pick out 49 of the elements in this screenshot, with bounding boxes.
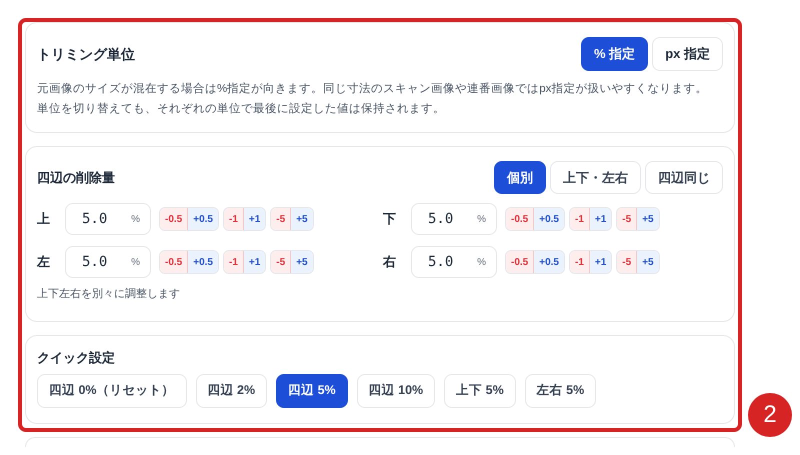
decrement-button[interactable]: -1 bbox=[224, 208, 244, 230]
mode-toggle[interactable]: 四辺同じ bbox=[645, 161, 723, 194]
field-label: 下 bbox=[383, 210, 397, 228]
preset-button[interactable]: 四辺 0%（リセット） bbox=[37, 374, 187, 408]
description-text: 元画像のサイズが混在する場合は%指定が向きます。同じ寸法のスキャン画像や連番画像ではpx指定が扱いやすくなります。単位を切り替えても、それぞれの単位で最後に設定した値は保持されます。 bbox=[37, 82, 708, 117]
increment-button[interactable]: +1 bbox=[590, 251, 612, 273]
annotation-badge: 2 bbox=[748, 393, 792, 437]
number-field[interactable]: 5.0 % bbox=[411, 246, 497, 278]
section-title: 四辺の削除量 bbox=[37, 168, 115, 187]
preset-button[interactable]: 左右 5% bbox=[524, 374, 596, 408]
decrement-button[interactable]: -0.5 bbox=[160, 208, 188, 230]
hint-text: 上下左右を別々に調整します bbox=[37, 286, 181, 302]
decrement-button[interactable]: -5 bbox=[617, 208, 638, 230]
increment-button[interactable]: +5 bbox=[291, 208, 313, 230]
decrement-button[interactable]: -0.5 bbox=[506, 251, 534, 273]
increment-button[interactable]: +5 bbox=[637, 251, 659, 273]
section-title: トリミング単位 bbox=[37, 44, 135, 64]
preset-button[interactable]: 四辺 5% bbox=[276, 374, 348, 408]
field-label: 上 bbox=[37, 210, 51, 228]
field-label: 右 bbox=[383, 253, 397, 272]
number-field[interactable]: 5.0 % bbox=[65, 246, 151, 278]
decrement-button[interactable]: -1 bbox=[224, 251, 244, 273]
number-field[interactable]: 5.0 % bbox=[411, 203, 497, 235]
increment-button[interactable]: +1 bbox=[590, 208, 612, 230]
decrement-button[interactable]: -0.5 bbox=[506, 208, 534, 230]
field-label: 左 bbox=[37, 253, 51, 272]
increment-button[interactable]: +0.5 bbox=[534, 251, 564, 273]
unit-toggle[interactable]: px 指定 bbox=[652, 37, 723, 71]
mode-toggle[interactable]: 個別 bbox=[494, 161, 546, 194]
decrement-button[interactable]: -0.5 bbox=[160, 251, 188, 273]
section-title: クイック設定 bbox=[37, 349, 116, 367]
decrement-button[interactable]: -5 bbox=[271, 251, 292, 273]
increment-button[interactable]: +0.5 bbox=[188, 251, 218, 273]
increment-button[interactable]: +0.5 bbox=[188, 208, 218, 230]
decrement-button[interactable]: -5 bbox=[617, 251, 638, 273]
number-field[interactable]: 5.0 % bbox=[65, 203, 151, 235]
increment-button[interactable]: +1 bbox=[244, 208, 266, 230]
preset-button[interactable]: 上下 5% bbox=[444, 374, 516, 408]
preset-button[interactable]: 四辺 10% bbox=[356, 374, 436, 408]
increment-button[interactable]: +5 bbox=[291, 251, 313, 273]
increment-button[interactable]: +0.5 bbox=[534, 208, 564, 230]
decrement-button[interactable]: -1 bbox=[570, 251, 590, 273]
decrement-button[interactable]: -1 bbox=[570, 208, 590, 230]
decrement-button[interactable]: -5 bbox=[271, 208, 292, 230]
unit-toggle[interactable]: % 指定 bbox=[581, 37, 648, 71]
increment-button[interactable]: +1 bbox=[244, 251, 266, 273]
mode-toggle[interactable]: 上下・左右 bbox=[550, 161, 641, 194]
preset-button[interactable]: 四辺 2% bbox=[196, 374, 268, 408]
increment-button[interactable]: +5 bbox=[637, 208, 659, 230]
